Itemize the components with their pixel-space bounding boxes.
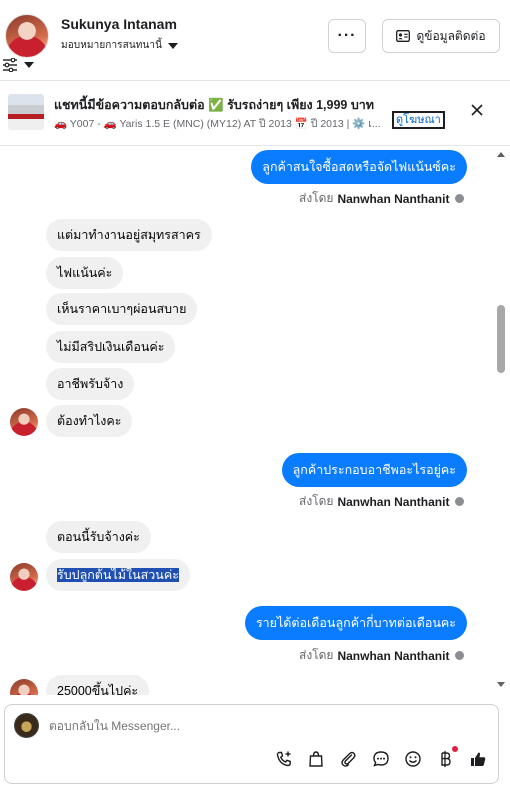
info-icon[interactable] (455, 194, 465, 203)
scroll-down-arrow-icon[interactable] (497, 682, 505, 687)
sent-by-label: ส่งโดย Nanwhan Nanthanit (299, 189, 465, 208)
info-icon[interactable] (455, 497, 465, 506)
scroll-up-arrow-icon[interactable] (497, 152, 505, 157)
selected-text: รับปลูกต้นไม้ในสวนค่ะ (57, 568, 179, 582)
contact-name: Sukunya Intanam (61, 16, 177, 32)
view-contact-label: ดูข้อมูลติดต่อ (416, 28, 486, 43)
view-contact-button[interactable]: ดูข้อมูลติดต่อ (382, 19, 500, 53)
chevron-down-icon[interactable] (24, 62, 34, 68)
assign-label: มอบหมายการสนทนานี้ (61, 40, 163, 51)
more-options-button[interactable]: ··· (328, 19, 366, 53)
reply-input[interactable] (49, 719, 349, 733)
close-icon[interactable] (468, 101, 486, 119)
agent-name: Nanwhan Nanthanit (337, 494, 450, 509)
sent-by-label: ส่งโดย Nanwhan Nanthanit (299, 492, 465, 511)
contact-avatar[interactable] (5, 14, 49, 58)
scrollbar-thumb[interactable] (497, 305, 505, 373)
incoming-message[interactable]: แต่มาทำงานอยู่สมุทรสาคร (46, 219, 212, 251)
incoming-message[interactable]: ต้องทำไงคะ (46, 405, 133, 437)
outgoing-message[interactable]: ลูกค้าประกอบอาชีพอะไรอยู่คะ (281, 453, 467, 487)
chat-bubble-icon[interactable] (371, 749, 391, 769)
incoming-message[interactable]: รับปลูกต้นไม้ในสวนค่ะ (46, 559, 190, 591)
sent-by-label: ส่งโดย Nanwhan Nanthanit (299, 646, 465, 665)
outgoing-message[interactable]: รายได้ต่อเดือนลูกค้ากี่บาทต่อเดือนคะ (244, 606, 467, 640)
agent-name: Nanwhan Nanthanit (337, 648, 450, 663)
baht-icon[interactable] (435, 749, 455, 769)
message-thread: ลูกค้าสนใจซื้อสดหรือจัดไฟแน้นซ์คะ ส่งโดย… (0, 147, 510, 695)
shopping-bag-icon[interactable] (306, 749, 326, 769)
info-icon[interactable] (455, 651, 465, 660)
view-ad-link[interactable]: ดูโฆษณา (392, 111, 445, 129)
incoming-message[interactable]: ไฟแน้นค่ะ (46, 257, 124, 289)
ad-subtitle: 🚗 Y007 - 🚗 Yaris 1.5 E (MNC) (MY12) AT ป… (54, 118, 381, 130)
incoming-message[interactable]: 25000ขึ้นไปค่ะ (46, 675, 150, 695)
incoming-message[interactable]: ไม่มีสริปเงินเดือนค่ะ (46, 331, 176, 363)
smiley-icon[interactable] (403, 749, 423, 769)
contact-avatar[interactable] (10, 408, 38, 436)
incoming-message[interactable]: เห็นราคาเบาๆผ่อนสบาย (46, 293, 198, 325)
contact-avatar[interactable] (10, 563, 38, 591)
sent-by-prefix: ส่งโดย (299, 648, 334, 662)
incoming-message[interactable]: ตอนนี้รับจ้างค่ะ (46, 521, 151, 553)
thumbs-up-icon[interactable] (468, 749, 488, 769)
agent-name: Nanwhan Nanthanit (337, 191, 450, 206)
sent-by-prefix: ส่งโดย (299, 191, 334, 205)
contact-avatar[interactable] (10, 679, 38, 695)
sent-by-prefix: ส่งโดย (299, 494, 334, 508)
phone-plus-icon[interactable] (274, 749, 294, 769)
ad-referral-banner: แชทนี้มีข้อความตอบกลับต่อ ✅ รับรถง่ายๆ เ… (0, 80, 510, 146)
id-card-icon (396, 30, 411, 42)
more-options-label: ··· (337, 27, 357, 44)
page-avatar (14, 713, 39, 738)
ad-thumbnail (8, 94, 44, 130)
notification-dot (452, 746, 458, 752)
chat-header: Sukunya Intanam มอบหมายการสนทนานี้ ··· ด… (0, 0, 510, 80)
chevron-down-icon (168, 42, 179, 49)
outgoing-message[interactable]: ลูกค้าสนใจซื้อสดหรือจัดไฟแน้นซ์คะ (251, 150, 467, 184)
ad-title: แชทนี้มีข้อความตอบกลับต่อ ✅ รับรถง่ายๆ เ… (54, 98, 375, 112)
paperclip-icon[interactable] (338, 749, 358, 769)
assign-conversation-dropdown[interactable]: มอบหมายการสนทนานี้ (61, 38, 179, 53)
scrollbar[interactable] (496, 147, 506, 695)
sliders-icon[interactable] (2, 58, 18, 72)
message-composer (4, 704, 499, 784)
incoming-message[interactable]: อาชีพรับจ้าง (46, 368, 135, 400)
